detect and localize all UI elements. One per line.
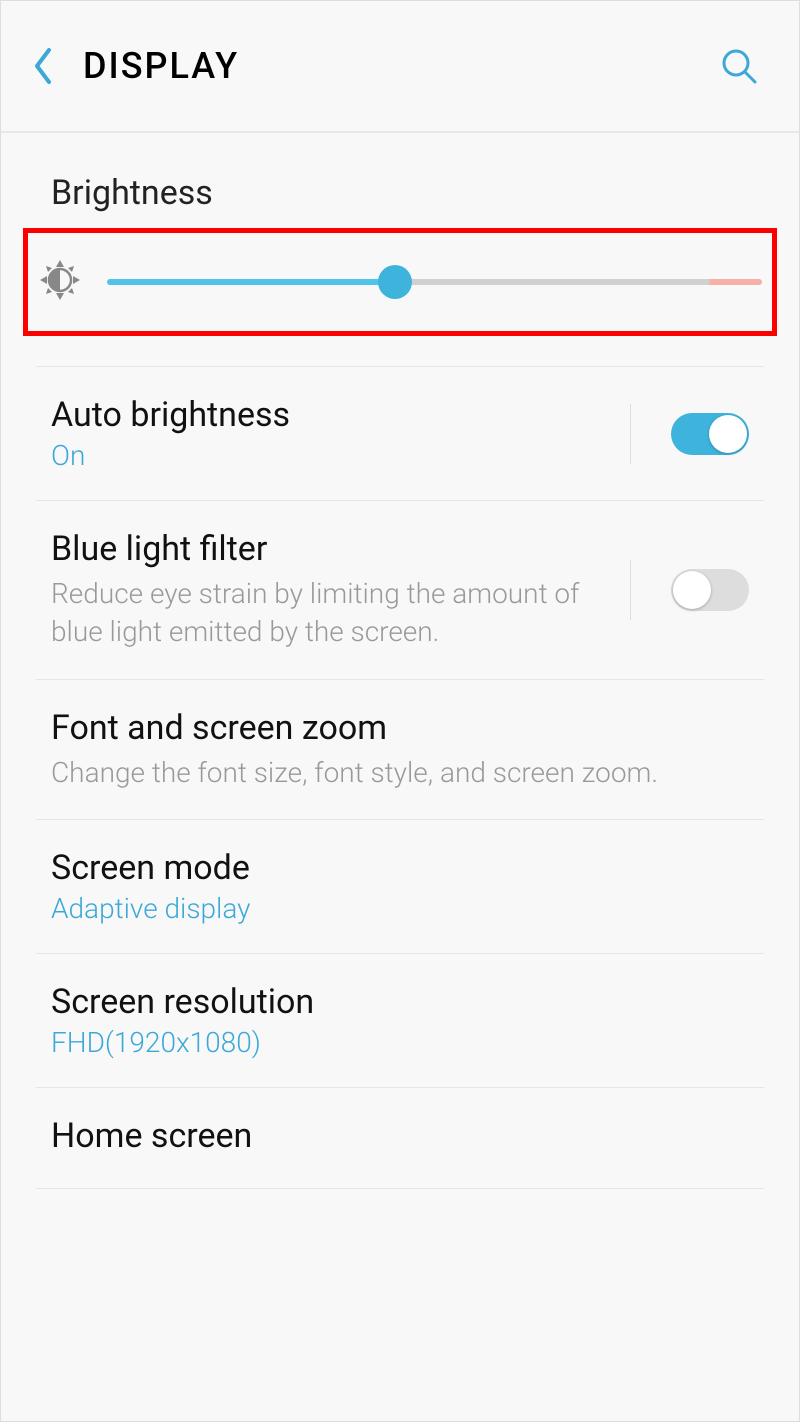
- header-divider: [1, 131, 799, 133]
- screen-resolution-value: FHD(1920x1080): [51, 1026, 749, 1059]
- divider: [36, 1188, 764, 1189]
- toggle-knob: [673, 571, 711, 609]
- auto-brightness-status: On: [51, 439, 610, 472]
- home-screen-title: Home screen: [51, 1116, 749, 1156]
- blue-light-toggle[interactable]: [671, 569, 749, 611]
- screen-mode-title: Screen mode: [51, 848, 749, 888]
- auto-brightness-text: Auto brightness On: [51, 395, 610, 472]
- brightness-slider[interactable]: [107, 279, 762, 285]
- toggle-separator: [630, 560, 631, 620]
- header-bar: DISPLAY: [1, 1, 799, 131]
- brightness-slider-row: [23, 228, 777, 336]
- screen-resolution-row[interactable]: Screen resolution FHD(1920x1080): [1, 954, 799, 1087]
- blue-light-text: Blue light filter Reduce eye strain by l…: [51, 529, 610, 651]
- back-button[interactable]: [31, 46, 53, 86]
- font-zoom-title: Font and screen zoom: [51, 708, 749, 748]
- home-screen-text: Home screen: [51, 1116, 749, 1160]
- screen-mode-row[interactable]: Screen mode Adaptive display: [1, 820, 799, 953]
- auto-brightness-row[interactable]: Auto brightness On: [1, 367, 799, 500]
- chevron-left-icon: [31, 46, 53, 86]
- home-screen-row[interactable]: Home screen: [1, 1088, 799, 1188]
- blue-light-description: Reduce eye strain by limiting the amount…: [51, 575, 610, 651]
- brightness-section-title: Brightness: [1, 153, 799, 228]
- screen-resolution-title: Screen resolution: [51, 982, 749, 1022]
- font-zoom-text: Font and screen zoom Change the font siz…: [51, 708, 749, 792]
- brightness-icon: [38, 258, 82, 306]
- page-title: DISPLAY: [83, 45, 719, 87]
- toggle-separator: [630, 404, 631, 464]
- search-icon: [719, 46, 759, 86]
- blue-light-filter-row[interactable]: Blue light filter Reduce eye strain by l…: [1, 501, 799, 679]
- brightness-slider-thumb[interactable]: [378, 265, 412, 299]
- toggle-knob: [709, 415, 747, 453]
- font-zoom-description: Change the font size, font style, and sc…: [51, 754, 749, 792]
- auto-brightness-toggle[interactable]: [671, 413, 749, 455]
- font-zoom-row[interactable]: Font and screen zoom Change the font siz…: [1, 680, 799, 820]
- screen-mode-value: Adaptive display: [51, 892, 749, 925]
- blue-light-title: Blue light filter: [51, 529, 610, 569]
- screen-mode-text: Screen mode Adaptive display: [51, 848, 749, 925]
- auto-brightness-title: Auto brightness: [51, 395, 610, 435]
- screen-resolution-text: Screen resolution FHD(1920x1080): [51, 982, 749, 1059]
- search-button[interactable]: [719, 46, 759, 86]
